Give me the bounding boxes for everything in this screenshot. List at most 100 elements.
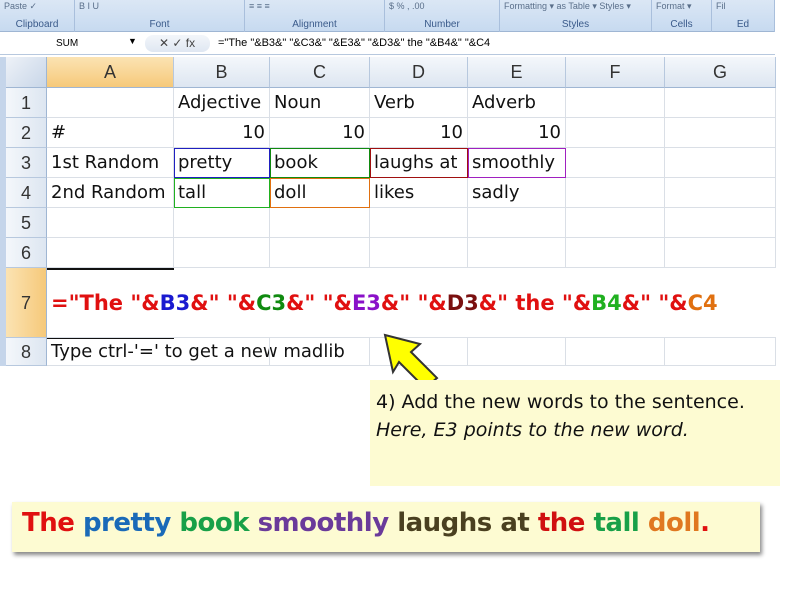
cell-E6[interactable] [468,238,566,268]
cell-A4[interactable]: 2nd Random [47,178,174,208]
row-header-6[interactable]: 6 [6,238,47,268]
cell-D5[interactable] [370,208,468,238]
cell-B3[interactable]: pretty [174,148,270,178]
formula-part: B3 [159,291,191,315]
column-header-E[interactable]: E [468,57,566,88]
ribbon-controls[interactable]: B I U [79,1,240,11]
column-header-D[interactable]: D [370,57,468,88]
cell-A3[interactable]: 1st Random [47,148,174,178]
cell-G1[interactable] [665,88,776,118]
ribbon-group-label: Alignment [292,19,337,30]
row-header-7[interactable]: 7 [6,268,47,338]
cell-C2[interactable]: 10 [270,118,370,148]
cell-B1[interactable]: Adjective [174,88,270,118]
cell-B4[interactable]: tall [174,178,270,208]
formula-part: C3 [256,291,287,315]
name-box-dropdown-icon[interactable]: ▼ [128,36,137,46]
cell-C1[interactable]: Noun [270,88,370,118]
cell-D1[interactable]: Verb [370,88,468,118]
cell-F2[interactable] [566,118,665,148]
column-header-C[interactable]: C [270,57,370,88]
cell-D2[interactable]: 10 [370,118,468,148]
sentence-word: tall [593,508,648,538]
cell-B5[interactable] [174,208,270,238]
ribbon-group-label: Font [149,19,170,30]
cell-D6[interactable] [370,238,468,268]
row-header-4[interactable]: 4 [6,178,47,208]
cell-A8[interactable]: Type ctrl-'=' to get a new madlib [47,338,345,366]
ribbon-controls[interactable]: ≡ ≡ ≡ [249,1,380,11]
row-header-1[interactable]: 1 [6,88,47,118]
sentence-word: the [537,508,594,538]
cell-A7[interactable]: ="The "&B3&" "&C3&" "&E3&" "&D3&" the "&… [47,268,718,338]
formula-input[interactable]: ="The "&B3&" "&C3&" "&E3&" "&D3&" the "&… [218,35,490,52]
ribbon-controls[interactable]: Formatting ▾ as Table ▾ Styles ▾ [504,1,647,12]
cell-F5[interactable] [566,208,665,238]
cell-E3[interactable]: smoothly [468,148,566,178]
ribbon-controls[interactable]: Format ▾ [656,1,707,12]
column-header-F[interactable]: F [566,57,665,88]
cell-E4[interactable]: sadly [468,178,566,208]
sentence-word: The [22,508,83,538]
formula-part: C4 [687,291,718,315]
cell-G8[interactable] [665,338,776,366]
cell-D4[interactable]: likes [370,178,468,208]
name-box[interactable]: SUM [6,35,136,52]
cell-C5[interactable] [270,208,370,238]
column-header-B[interactable]: B [174,57,270,88]
formula-buttons[interactable]: ✕ ✓ fx [145,35,210,52]
cell-E1[interactable]: Adverb [468,88,566,118]
ribbon-group-label: Ed [736,19,750,30]
row-header-3[interactable]: 3 [6,148,47,178]
cell-G6[interactable] [665,238,776,268]
cell-C3[interactable]: book [270,148,370,178]
cell-B6[interactable] [174,238,270,268]
cell-G2[interactable] [665,118,776,148]
sentence-word: pretty [82,508,180,538]
cell-A2[interactable]: # [47,118,174,148]
formula-part: E3 [351,291,381,315]
cell-F3[interactable] [566,148,665,178]
cell-C8[interactable] [270,338,370,366]
cell-A6[interactable] [47,238,174,268]
formula-part: &" "& [190,291,257,315]
formula-part: ="The "& [51,291,160,315]
cell-A1[interactable] [47,88,174,118]
cell-G5[interactable] [665,208,776,238]
cell-F1[interactable] [566,88,665,118]
cell-F4[interactable] [566,178,665,208]
select-all-button[interactable] [6,57,47,88]
ribbon-group-cells: Format ▾ Cells [652,0,712,32]
callout-note: 4) Add the new words to the sentence. He… [370,380,780,486]
formula-part: &" "& [286,291,352,315]
cell-F8[interactable] [566,338,665,366]
row-header-8[interactable]: 8 [6,338,47,366]
ribbon: Paste ✓ Clipboard B I U Font ≡ ≡ ≡ Alignment $… [0,0,775,32]
formula-part: &" "& [380,291,447,315]
cell-G3[interactable] [665,148,776,178]
cell-A5[interactable] [47,208,174,238]
cell-E2[interactable]: 10 [468,118,566,148]
cell-D3[interactable]: laughs at [370,148,468,178]
cell-E8[interactable] [468,338,566,366]
ribbon-controls[interactable]: Paste ✓ [4,1,70,12]
cell-C4[interactable]: doll [270,178,370,208]
row-header-5[interactable]: 5 [6,208,47,238]
sentence-word: doll [647,508,701,538]
cell-B8[interactable] [174,338,270,366]
ribbon-controls[interactable]: Fil [716,1,770,11]
row-header-2[interactable]: 2 [6,118,47,148]
cancel-enter-fx-icons[interactable]: ✕ ✓ fx [145,36,195,50]
cell-C6[interactable] [270,238,370,268]
ribbon-group-label: Styles [561,19,590,30]
ribbon-controls[interactable]: $ % , .00 [389,1,495,11]
cell-F6[interactable] [566,238,665,268]
column-header-G[interactable]: G [665,57,776,88]
cell-G4[interactable] [665,178,776,208]
ribbon-group-label: Clipboard [15,19,59,30]
cell-B2[interactable]: 10 [174,118,270,148]
ribbon-group-alignment: ≡ ≡ ≡ Alignment [245,0,385,32]
sentence-word: . [700,508,710,538]
column-header-A[interactable]: A [47,57,174,88]
cell-E5[interactable] [468,208,566,238]
